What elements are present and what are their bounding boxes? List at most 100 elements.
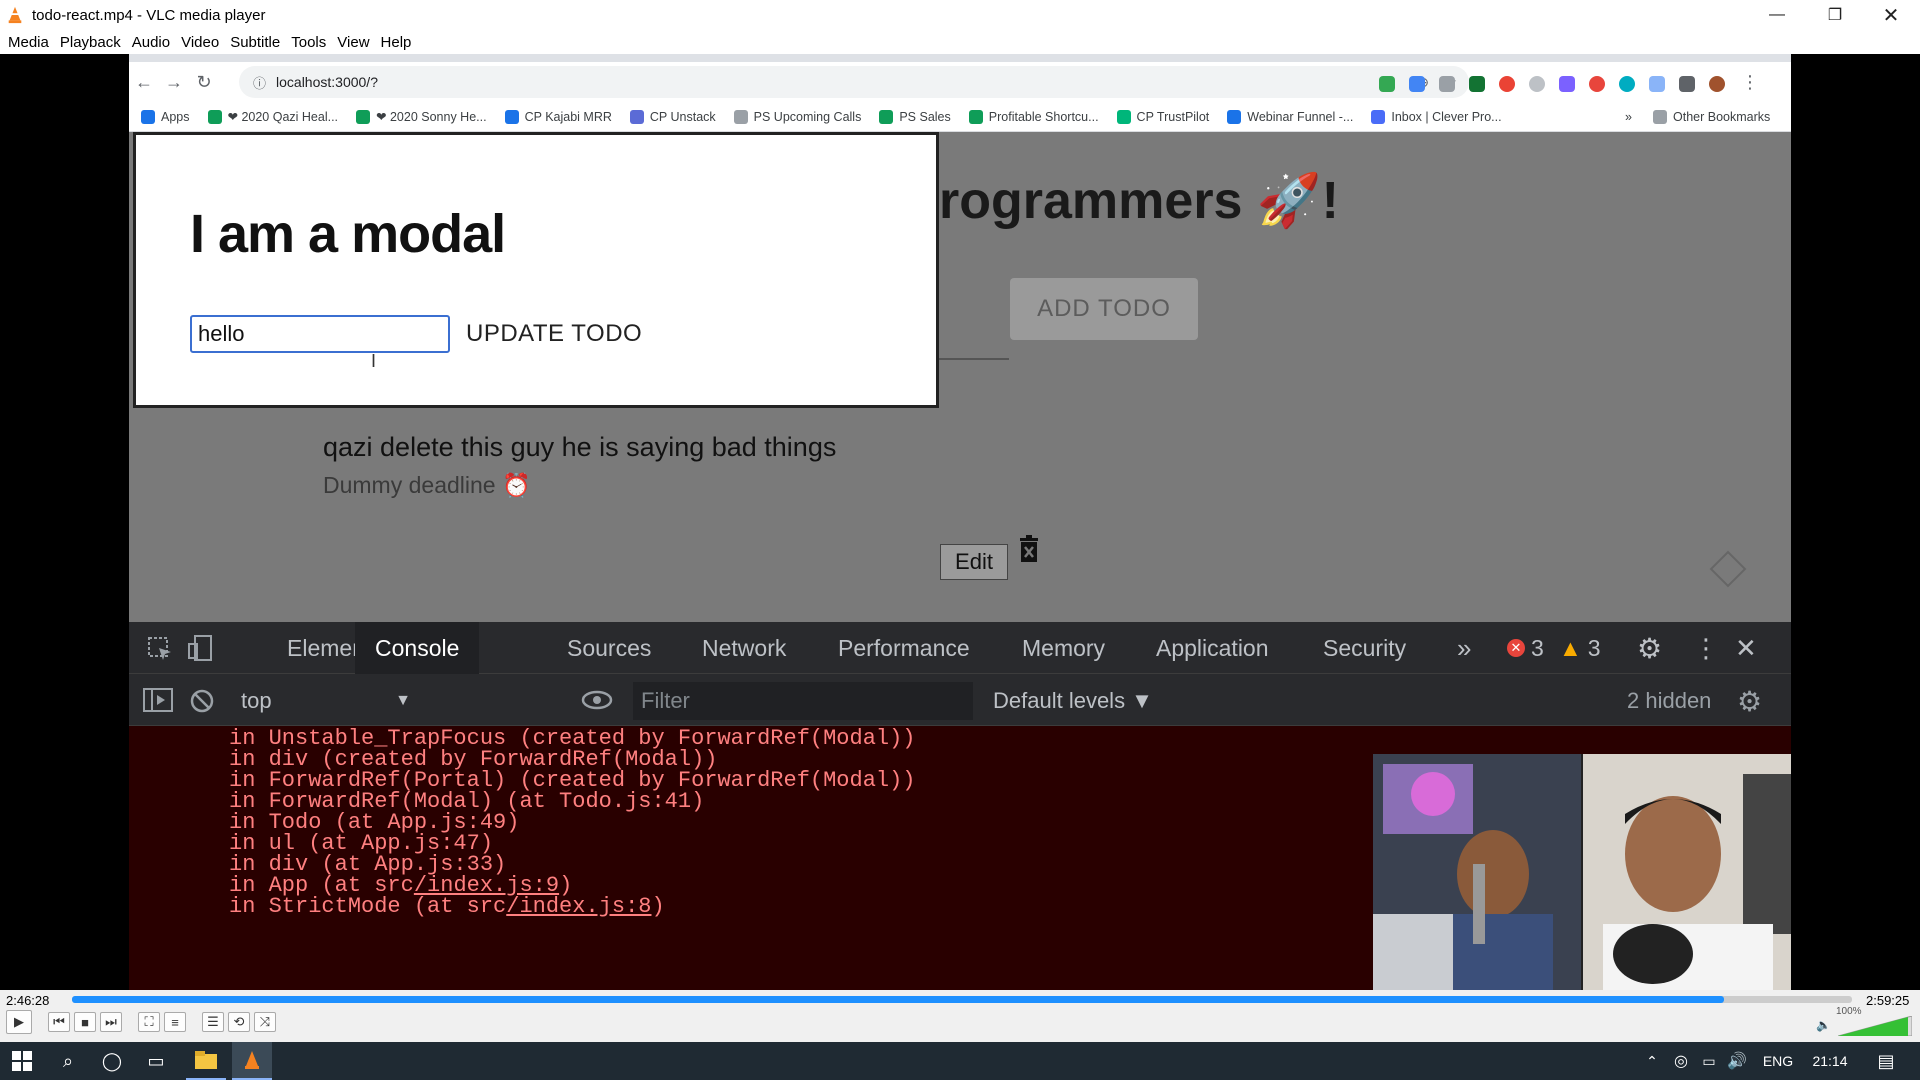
extension-icon[interactable] xyxy=(1559,76,1575,92)
tab-sources[interactable]: Sources xyxy=(567,622,651,674)
fullscreen-icon[interactable]: ⛶ xyxy=(138,1012,160,1032)
previous-icon[interactable]: ⏮ xyxy=(48,1012,70,1032)
menu-playback[interactable]: Playback xyxy=(56,34,128,51)
reload-icon[interactable]: ↻ xyxy=(189,72,219,93)
stop-icon[interactable]: ■ xyxy=(74,1012,96,1032)
bookmarks-overflow-chevron[interactable]: » xyxy=(1625,110,1632,124)
bookmark-item[interactable]: CP Unstack xyxy=(629,109,716,124)
vlc-taskbar-icon[interactable] xyxy=(232,1042,272,1080)
menu-view[interactable]: View xyxy=(333,34,376,51)
tab-console[interactable]: Console xyxy=(355,622,480,674)
battery-icon[interactable]: ▭ xyxy=(1696,1042,1722,1080)
puzzle-icon[interactable] xyxy=(1679,76,1695,92)
bookmark-item[interactable]: CP TrustPilot xyxy=(1116,109,1209,124)
more-tabs-chevron-icon[interactable]: » xyxy=(1457,622,1471,674)
volume-slider[interactable] xyxy=(1838,1016,1912,1036)
bookmark-item[interactable]: Apps xyxy=(141,109,190,124)
extension-icon[interactable] xyxy=(1619,76,1635,92)
console-filter-input[interactable]: Filter xyxy=(633,682,973,720)
console-settings-icon[interactable]: ⚙ xyxy=(1737,682,1762,720)
bookmark-item[interactable]: Webinar Funnel -... xyxy=(1227,109,1353,124)
close-devtools-icon[interactable]: ✕ xyxy=(1735,622,1757,674)
bookmark-item[interactable]: PS Upcoming Calls xyxy=(733,109,861,124)
extension-icon[interactable] xyxy=(1469,76,1485,92)
extension-icon[interactable] xyxy=(1529,76,1545,92)
video-area[interactable]: ← → ↻ ⓘ localhost:3000/? ⊖ ☆ ⋮ Apps xyxy=(0,54,1920,990)
todo-edit-input[interactable] xyxy=(190,315,450,353)
menu-help[interactable]: Help xyxy=(377,34,419,51)
bookmark-item[interactable]: PS Sales xyxy=(879,109,951,124)
todo-text: qazi delete this guy he is saying bad th… xyxy=(323,432,837,462)
search-icon[interactable]: ⌕ xyxy=(48,1042,88,1080)
live-expression-eye-icon[interactable] xyxy=(581,690,613,710)
tab-performance[interactable]: Performance xyxy=(838,622,970,674)
device-toggle-icon[interactable] xyxy=(187,634,213,662)
menu-tools[interactable]: Tools xyxy=(287,34,333,51)
clock[interactable]: 21:14 xyxy=(1808,1042,1852,1080)
warning-counter[interactable]: ▲ 3 xyxy=(1559,622,1601,674)
edit-button[interactable]: Edit xyxy=(940,544,1008,580)
seek-bar[interactable] xyxy=(72,996,1852,1003)
react-devtools-diamond-icon[interactable] xyxy=(1709,550,1747,588)
menu-video[interactable]: Video xyxy=(177,34,226,51)
shuffle-icon[interactable]: ⤨ xyxy=(254,1012,276,1032)
menu-media[interactable]: Media xyxy=(4,34,56,51)
file-explorer-icon[interactable] xyxy=(186,1042,226,1080)
clear-console-icon[interactable] xyxy=(189,688,215,714)
cortana-icon[interactable]: ◯ xyxy=(92,1042,132,1080)
bookmark-item[interactable]: ❤ 2020 Sonny He... xyxy=(356,109,487,124)
log-levels-dropdown[interactable]: Default levels ▼ xyxy=(993,682,1153,720)
update-todo-button[interactable]: UPDATE TODO xyxy=(466,315,642,353)
menu-subtitle[interactable]: Subtitle xyxy=(226,34,287,51)
close-window-button[interactable]: ✕ xyxy=(1862,0,1920,30)
vlc-title-bar: todo-react.mp4 - VLC media player — ❐ ✕ xyxy=(0,0,1920,30)
notifications-icon[interactable]: ▤ xyxy=(1866,1042,1906,1080)
delete-trash-icon[interactable] xyxy=(1018,534,1040,564)
minimize-button[interactable]: — xyxy=(1748,0,1806,30)
playlist-icon[interactable]: ☰ xyxy=(202,1012,224,1032)
back-icon[interactable]: ← xyxy=(129,72,159,93)
extension-icon[interactable] xyxy=(1499,76,1515,92)
bookmark-item[interactable]: CP Kajabi MRR xyxy=(504,109,612,124)
error-counter[interactable]: ✕ 3 xyxy=(1507,622,1544,674)
devtools-menu-icon[interactable]: ⋮ xyxy=(1693,622,1719,674)
extension-icon[interactable] xyxy=(1439,76,1455,92)
tab-network[interactable]: Network xyxy=(702,622,786,674)
warning-icon: ▲ xyxy=(1559,634,1582,661)
menu-audio[interactable]: Audio xyxy=(128,34,177,51)
extension-icon[interactable] xyxy=(1409,76,1425,92)
settings-gear-icon[interactable]: ⚙ xyxy=(1637,622,1662,674)
sidebar-toggle-icon[interactable] xyxy=(143,688,173,712)
kebab-menu-icon[interactable]: ⋮ xyxy=(1741,72,1759,93)
maximize-button[interactable]: ❐ xyxy=(1806,0,1864,30)
context-selector[interactable]: top ▼ xyxy=(241,682,411,720)
bookmark-item[interactable]: Inbox | Clever Pro... xyxy=(1371,109,1502,124)
source-link[interactable]: /index.js:8 xyxy=(506,894,651,919)
extended-settings-icon[interactable]: ≡ xyxy=(164,1012,186,1032)
address-bar[interactable]: ⓘ localhost:3000/? ⊖ ☆ xyxy=(239,66,1469,98)
extension-icon[interactable] xyxy=(1649,76,1665,92)
bookmark-item[interactable]: ❤ 2020 Qazi Heal... xyxy=(207,109,338,124)
next-icon[interactable]: ⏭ xyxy=(100,1012,122,1032)
other-bookmarks[interactable]: Other Bookmarks xyxy=(1653,109,1770,124)
tab-security[interactable]: Security xyxy=(1323,622,1406,674)
profile-avatar[interactable] xyxy=(1709,76,1725,92)
tab-application[interactable]: Application xyxy=(1156,622,1269,674)
windows-start-icon[interactable] xyxy=(0,1042,44,1080)
play-button[interactable]: ▶ xyxy=(6,1010,32,1034)
network-globe-icon[interactable]: ◎ xyxy=(1668,1042,1694,1080)
language-indicator[interactable]: ENG xyxy=(1756,1042,1800,1080)
task-view-icon[interactable]: ▭ xyxy=(136,1042,176,1080)
bookmark-item[interactable]: Profitable Shortcu... xyxy=(968,109,1099,124)
volume-icon[interactable]: 🔊 xyxy=(1724,1042,1750,1080)
inspect-element-icon[interactable] xyxy=(147,636,173,662)
forward-icon[interactable]: → xyxy=(159,72,189,93)
tray-chevron-icon[interactable]: ⌃ xyxy=(1640,1042,1664,1080)
extension-icon[interactable] xyxy=(1379,76,1395,92)
loop-icon[interactable]: ⟲ xyxy=(228,1012,250,1032)
add-todo-button[interactable]: ADD TODO xyxy=(1010,278,1198,340)
site-info-icon[interactable]: ⓘ xyxy=(253,73,266,92)
speaker-icon[interactable]: 🔈 xyxy=(1816,1018,1831,1032)
tab-memory[interactable]: Memory xyxy=(1022,622,1105,674)
extension-icon[interactable] xyxy=(1589,76,1605,92)
